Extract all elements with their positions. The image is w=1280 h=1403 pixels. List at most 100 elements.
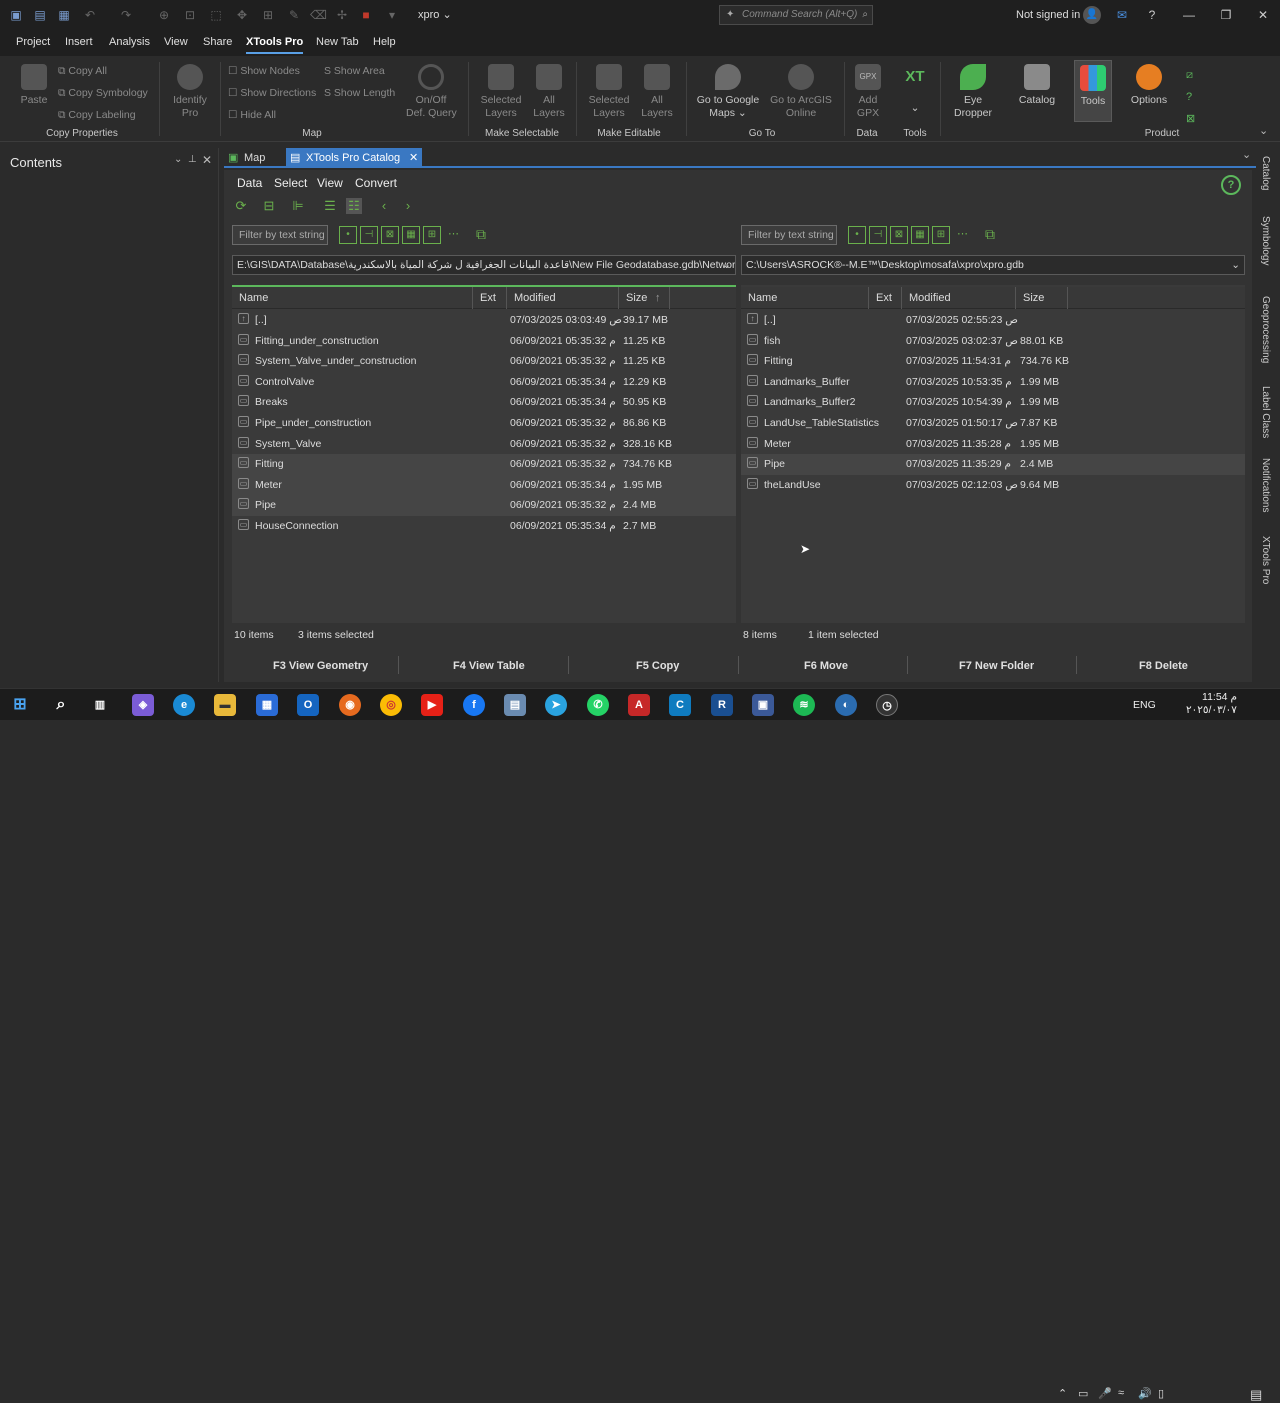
left-copy-icon[interactable]: ⧉ bbox=[476, 226, 486, 243]
tree-view-icon[interactable]: ⊫ bbox=[290, 198, 306, 214]
file-explorer-icon[interactable]: ▬ bbox=[214, 694, 236, 716]
outlook-icon[interactable]: O bbox=[297, 694, 319, 716]
store-icon[interactable]: ▦ bbox=[256, 694, 278, 716]
table-row[interactable]: ▭ Breaks 06/09/2021 05:35:34 م 50.95 KB bbox=[232, 392, 736, 413]
column-modified[interactable]: Modified bbox=[902, 287, 1016, 309]
table-row[interactable]: ▭ Fitting 07/03/2025 11:54:31 م 734.76 KB bbox=[741, 351, 1245, 372]
network-app-icon[interactable]: ▤ bbox=[504, 694, 526, 716]
table-row[interactable]: ▭ System_Valve_under_construction 06/09/20… bbox=[232, 351, 736, 372]
left-filter-raster-icon[interactable]: ⊞ bbox=[423, 226, 441, 244]
arcgis-pro-icon[interactable]: ◐ bbox=[835, 694, 857, 716]
table-row[interactable]: ▭ Fitting 06/09/2021 05:35:32 م 734.76 KB bbox=[232, 454, 736, 475]
move-button[interactable]: F6 Move bbox=[804, 660, 848, 672]
view-geometry-button[interactable]: F3 View Geometry bbox=[273, 660, 368, 672]
catalog-menu-view[interactable]: View bbox=[317, 176, 343, 190]
table-row[interactable]: ▭ theLandUse 07/03/2025 02:12:03 ص 9.64 MB bbox=[741, 475, 1245, 496]
table-row[interactable]: ▭ LandUse_TableStatistics 07/03/2025 01:50… bbox=[741, 413, 1245, 434]
column-size[interactable]: Size bbox=[1016, 287, 1068, 309]
details-view-icon[interactable]: ☷ bbox=[346, 198, 362, 214]
table-row[interactable]: ▭ Landmarks_Buffer2 07/03/2025 10:54:39 م 1… bbox=[741, 392, 1245, 413]
table-view-icon[interactable]: ⊟ bbox=[261, 198, 277, 214]
delete-button[interactable]: F8 Delete bbox=[1139, 660, 1188, 672]
table-row[interactable]: ▭ Landmarks_Buffer 07/03/2025 10:53:35 م 1.… bbox=[741, 372, 1245, 393]
left-filter-point-icon[interactable]: • bbox=[339, 226, 357, 244]
close-tab-icon[interactable]: ✕ bbox=[409, 148, 418, 168]
tab-insert[interactable]: Insert bbox=[65, 36, 93, 48]
dock-tab-label-class[interactable]: Label Class bbox=[1260, 386, 1271, 438]
catalog-menu-convert[interactable]: Convert bbox=[355, 176, 397, 190]
pan-icon[interactable]: ✥ bbox=[234, 7, 250, 23]
language-indicator[interactable]: ENG bbox=[1133, 699, 1156, 711]
tab-new-tab[interactable]: New Tab bbox=[316, 36, 359, 48]
microphone-icon[interactable]: 🎤 bbox=[1098, 1387, 1112, 1400]
nav-icon[interactable]: ✢ bbox=[334, 7, 350, 23]
chrome-icon[interactable]: ◎ bbox=[380, 694, 402, 716]
table-row[interactable]: ▭ Pipe 06/09/2021 05:35:32 م 2.4 MB bbox=[232, 495, 736, 516]
tray-overflow-icon[interactable]: ⌃ bbox=[1058, 1387, 1067, 1400]
column-modified[interactable]: Modified bbox=[507, 287, 619, 309]
notification-icon[interactable]: ✉ bbox=[1114, 7, 1130, 23]
copy-labeling-button[interactable]: ⧉ Copy Labeling bbox=[58, 109, 136, 122]
table-row[interactable]: ▭ Pipe_under_construction 06/09/2021 05:35… bbox=[232, 413, 736, 434]
show-nodes-toggle[interactable]: ☐ Show Nodes bbox=[228, 65, 300, 77]
refresh-icon[interactable]: ⟳ bbox=[233, 198, 249, 214]
search-icon[interactable]: ⌕ bbox=[50, 694, 72, 716]
copy-symbology-button[interactable]: ⧉ Copy Symbology bbox=[58, 87, 148, 100]
go-to-arcgis-online-button[interactable]: Go to ArcGIS Online bbox=[768, 64, 834, 120]
toolbox-icon[interactable]: ■ bbox=[358, 7, 374, 23]
table-row[interactable]: ▭ System_Valve 06/09/2021 05:35:32 م 328.16… bbox=[232, 434, 736, 455]
left-more-icon[interactable]: ⋯ bbox=[448, 227, 459, 240]
options-button[interactable]: Options bbox=[1126, 64, 1172, 107]
add-gpx-button[interactable]: GPX Add GPX bbox=[850, 64, 886, 120]
copy-all-button[interactable]: ⧉ Copy All bbox=[58, 65, 107, 78]
tools-button[interactable]: Tools bbox=[1074, 60, 1112, 122]
sign-in-status[interactable]: Not signed in bbox=[1016, 9, 1080, 21]
zoom-icon[interactable]: ⊕ bbox=[156, 7, 172, 23]
tab-help[interactable]: Help bbox=[373, 36, 396, 48]
tab-share[interactable]: Share bbox=[203, 36, 232, 48]
dock-tab-geoprocessing[interactable]: Geoprocessing bbox=[1260, 296, 1271, 363]
show-length-toggle[interactable]: S Show Length bbox=[324, 87, 395, 99]
acrobat-icon[interactable]: A bbox=[628, 694, 650, 716]
dock-tab-notifications[interactable]: Notifications bbox=[1260, 458, 1271, 512]
catalog-help-icon[interactable]: ? bbox=[1221, 175, 1241, 195]
editable-selected-layers-button[interactable]: Selected Layers bbox=[586, 64, 632, 120]
selectable-all-layers-button[interactable]: All Layers bbox=[530, 64, 568, 120]
project-name[interactable]: xpro ⌄ bbox=[418, 8, 452, 21]
right-filter-polygon-icon[interactable]: ⊠ bbox=[890, 226, 908, 244]
table-row[interactable]: ▭ Meter 07/03/2025 11:35:28 م 1.95 MB bbox=[741, 434, 1245, 455]
show-area-toggle[interactable]: S Show Area bbox=[324, 65, 385, 77]
editable-all-layers-button[interactable]: All Layers bbox=[638, 64, 676, 120]
dock-tab-xtools-pro[interactable]: XTools Pro bbox=[1260, 536, 1271, 584]
right-file-list[interactable]: Name Ext Modified Size ↑ [..] 07/03/2025 0… bbox=[741, 285, 1245, 623]
clear-icon[interactable]: ⌫ bbox=[310, 7, 327, 23]
volume-icon[interactable]: 🔊 bbox=[1138, 1387, 1152, 1400]
spotify-icon[interactable]: ≋ bbox=[793, 694, 815, 716]
clock-app-icon[interactable]: ◷ bbox=[876, 694, 898, 716]
copilot-icon[interactable]: ◈ bbox=[132, 694, 154, 716]
right-filter-line-icon[interactable]: ⊣ bbox=[869, 226, 887, 244]
column-name[interactable]: Name bbox=[232, 287, 473, 309]
show-directions-toggle[interactable]: ☐ Show Directions bbox=[228, 87, 316, 99]
catalog-menu-data[interactable]: Data bbox=[237, 176, 262, 190]
column-ext[interactable]: Ext bbox=[473, 287, 507, 309]
paste-button[interactable]: Paste bbox=[16, 64, 52, 107]
go-to-google-maps-button[interactable]: Go to Google Maps ⌄ bbox=[694, 64, 762, 120]
right-path-select[interactable]: C:\Users\ASROCK®--M.E™\Desktop\mosafa\xp… bbox=[741, 255, 1245, 275]
back-icon[interactable]: ‹ bbox=[376, 198, 392, 214]
save-icon[interactable]: ▦ bbox=[56, 7, 72, 23]
close-icon[interactable]: ✕ bbox=[1253, 6, 1273, 24]
table-row[interactable]: ▭ fish 07/03/2025 03:02:37 ص 88.01 KB bbox=[741, 331, 1245, 352]
identify-pro-button[interactable]: Identify Pro bbox=[168, 64, 212, 120]
table-row[interactable]: ↑ [..] 07/03/2025 02:55:23 ص bbox=[741, 310, 1245, 331]
tabs-overflow-icon[interactable]: ⌄ bbox=[1242, 148, 1251, 161]
right-copy-icon[interactable]: ⧉ bbox=[985, 226, 995, 243]
tray-app-icon[interactable]: ▭ bbox=[1078, 1387, 1088, 1400]
system-clock[interactable]: 11:54 م ٢٠٢٥/٠٣/٠٧ bbox=[1186, 691, 1237, 717]
tab-xtools-pro[interactable]: XTools Pro bbox=[246, 36, 304, 54]
copy-button[interactable]: F5 Copy bbox=[636, 660, 679, 672]
help-icon[interactable]: ? bbox=[1144, 7, 1160, 23]
wifi-icon[interactable]: ≈ bbox=[1118, 1387, 1124, 1399]
whatsapp-icon[interactable]: ✆ bbox=[587, 694, 609, 716]
table-row[interactable]: ▭ Meter 06/09/2021 05:35:34 م 1.95 MB bbox=[232, 474, 736, 496]
